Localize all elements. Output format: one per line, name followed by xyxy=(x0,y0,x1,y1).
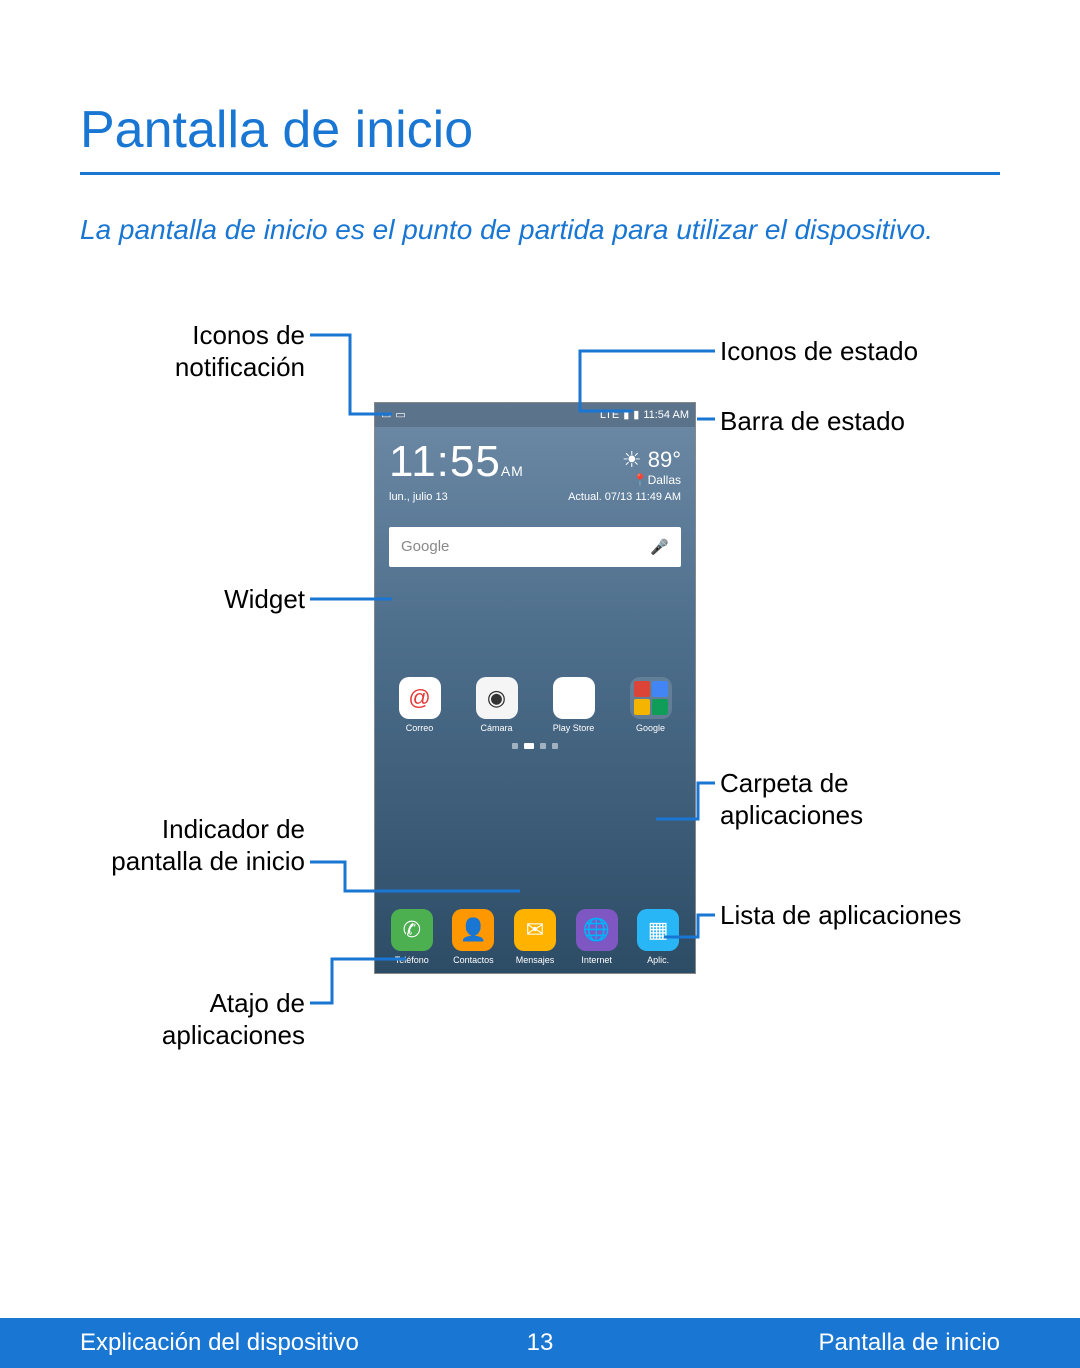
weather-location: Dallas xyxy=(648,473,681,487)
app-google-folder[interactable]: Google xyxy=(623,677,679,733)
calendar-icon: ▭ xyxy=(381,408,391,421)
app-label: Contactos xyxy=(445,955,501,965)
play-icon: ▶ xyxy=(553,677,595,719)
indicator-dot xyxy=(552,743,558,749)
callout-widget: Widget xyxy=(80,583,305,616)
app-label: Correo xyxy=(392,723,448,733)
weather-temp: 89° xyxy=(648,447,681,472)
signal-icon: ▮ xyxy=(623,408,629,421)
title-underline xyxy=(80,172,1000,175)
page-subtitle: La pantalla de inicio es el punto de par… xyxy=(80,211,1000,249)
callout-status-icons: Iconos de estado xyxy=(720,335,990,368)
clock-widget: 11:55AM ☀ 89° 📍Dallas xyxy=(375,427,695,491)
page-title: Pantalla de inicio xyxy=(80,100,1000,160)
phone-icon: ✆ xyxy=(391,909,433,951)
folder-icon xyxy=(630,677,672,719)
apps-grid-icon: ▦ xyxy=(637,909,679,951)
status-time: 11:54 AM xyxy=(643,409,689,421)
app-label: Google xyxy=(623,723,679,733)
mic-icon: 🎤 xyxy=(650,538,669,556)
date-label: lun., julio 13 xyxy=(389,491,448,503)
app-label: Aplic. xyxy=(630,955,686,965)
app-contactos[interactable]: 👤 Contactos xyxy=(445,909,501,965)
callout-app-shortcut: Atajo de aplicaciones xyxy=(80,987,305,1052)
app-label: Cámara xyxy=(469,723,525,733)
annotated-diagram: Iconos de notificación Widget Indicador … xyxy=(80,319,1000,1109)
contacts-icon: 👤 xyxy=(452,909,494,951)
search-placeholder: Google xyxy=(401,538,449,555)
dock-row: ✆ Teléfono 👤 Contactos ✉ Mensajes 🌐 Inte… xyxy=(375,909,695,965)
callout-home-indicator: Indicador de pantalla de inicio xyxy=(80,813,305,878)
page-indicator xyxy=(375,743,695,749)
battery-icon: ▮ xyxy=(633,408,639,421)
app-row: @ Correo ◉ Cámara ▶ Play Store Google xyxy=(375,677,695,733)
app-label: Mensajes xyxy=(507,955,563,965)
callout-app-folder: Carpeta de aplicaciones xyxy=(720,767,990,832)
lte-indicator: LTE xyxy=(600,409,619,421)
callout-status-bar: Barra de estado xyxy=(720,405,990,438)
globe-icon: 🌐 xyxy=(576,909,618,951)
footer-left: Explicación del dispositivo xyxy=(80,1329,359,1357)
google-search-widget[interactable]: Google 🎤 xyxy=(389,527,681,567)
indicator-dot xyxy=(540,743,546,749)
clock-ampm: AM xyxy=(501,463,524,479)
app-mensajes[interactable]: ✉ Mensajes xyxy=(507,909,563,965)
app-label: Internet xyxy=(569,955,625,965)
app-label: Teléfono xyxy=(384,955,440,965)
indicator-dot-active xyxy=(524,743,534,749)
camera-icon: ◉ xyxy=(476,677,518,719)
page-footer: Explicación del dispositivo 13 Pantalla … xyxy=(0,1318,1080,1368)
app-internet[interactable]: 🌐 Internet xyxy=(569,909,625,965)
mail-icon: @ xyxy=(399,677,441,719)
footer-page-number: 13 xyxy=(527,1329,554,1357)
footer-right: Pantalla de inicio xyxy=(819,1329,1000,1357)
app-aplic[interactable]: ▦ Aplic. xyxy=(630,909,686,965)
app-telefono[interactable]: ✆ Teléfono xyxy=(384,909,440,965)
weather-icon: ☀ xyxy=(622,447,642,472)
phone-status-bar: ▭ ▭ LTE ▮ ▮ 11:54 AM xyxy=(375,403,695,427)
callout-apps-list: Lista de aplicaciones xyxy=(720,899,990,932)
callout-notification-icons: Iconos de notificación xyxy=(80,319,305,384)
app-playstore[interactable]: ▶ Play Store xyxy=(546,677,602,733)
indicator-dot xyxy=(512,743,518,749)
message-icon: ▭ xyxy=(395,408,405,421)
updated-label: Actual. 07/13 11:49 AM xyxy=(568,491,681,503)
clock-time: 11:55 xyxy=(389,437,501,486)
app-camara[interactable]: ◉ Cámara xyxy=(469,677,525,733)
phone-screenshot: ▭ ▭ LTE ▮ ▮ 11:54 AM 11:55AM ☀ 89° xyxy=(375,403,695,973)
app-correo[interactable]: @ Correo xyxy=(392,677,448,733)
app-label: Play Store xyxy=(546,723,602,733)
messages-icon: ✉ xyxy=(514,909,556,951)
